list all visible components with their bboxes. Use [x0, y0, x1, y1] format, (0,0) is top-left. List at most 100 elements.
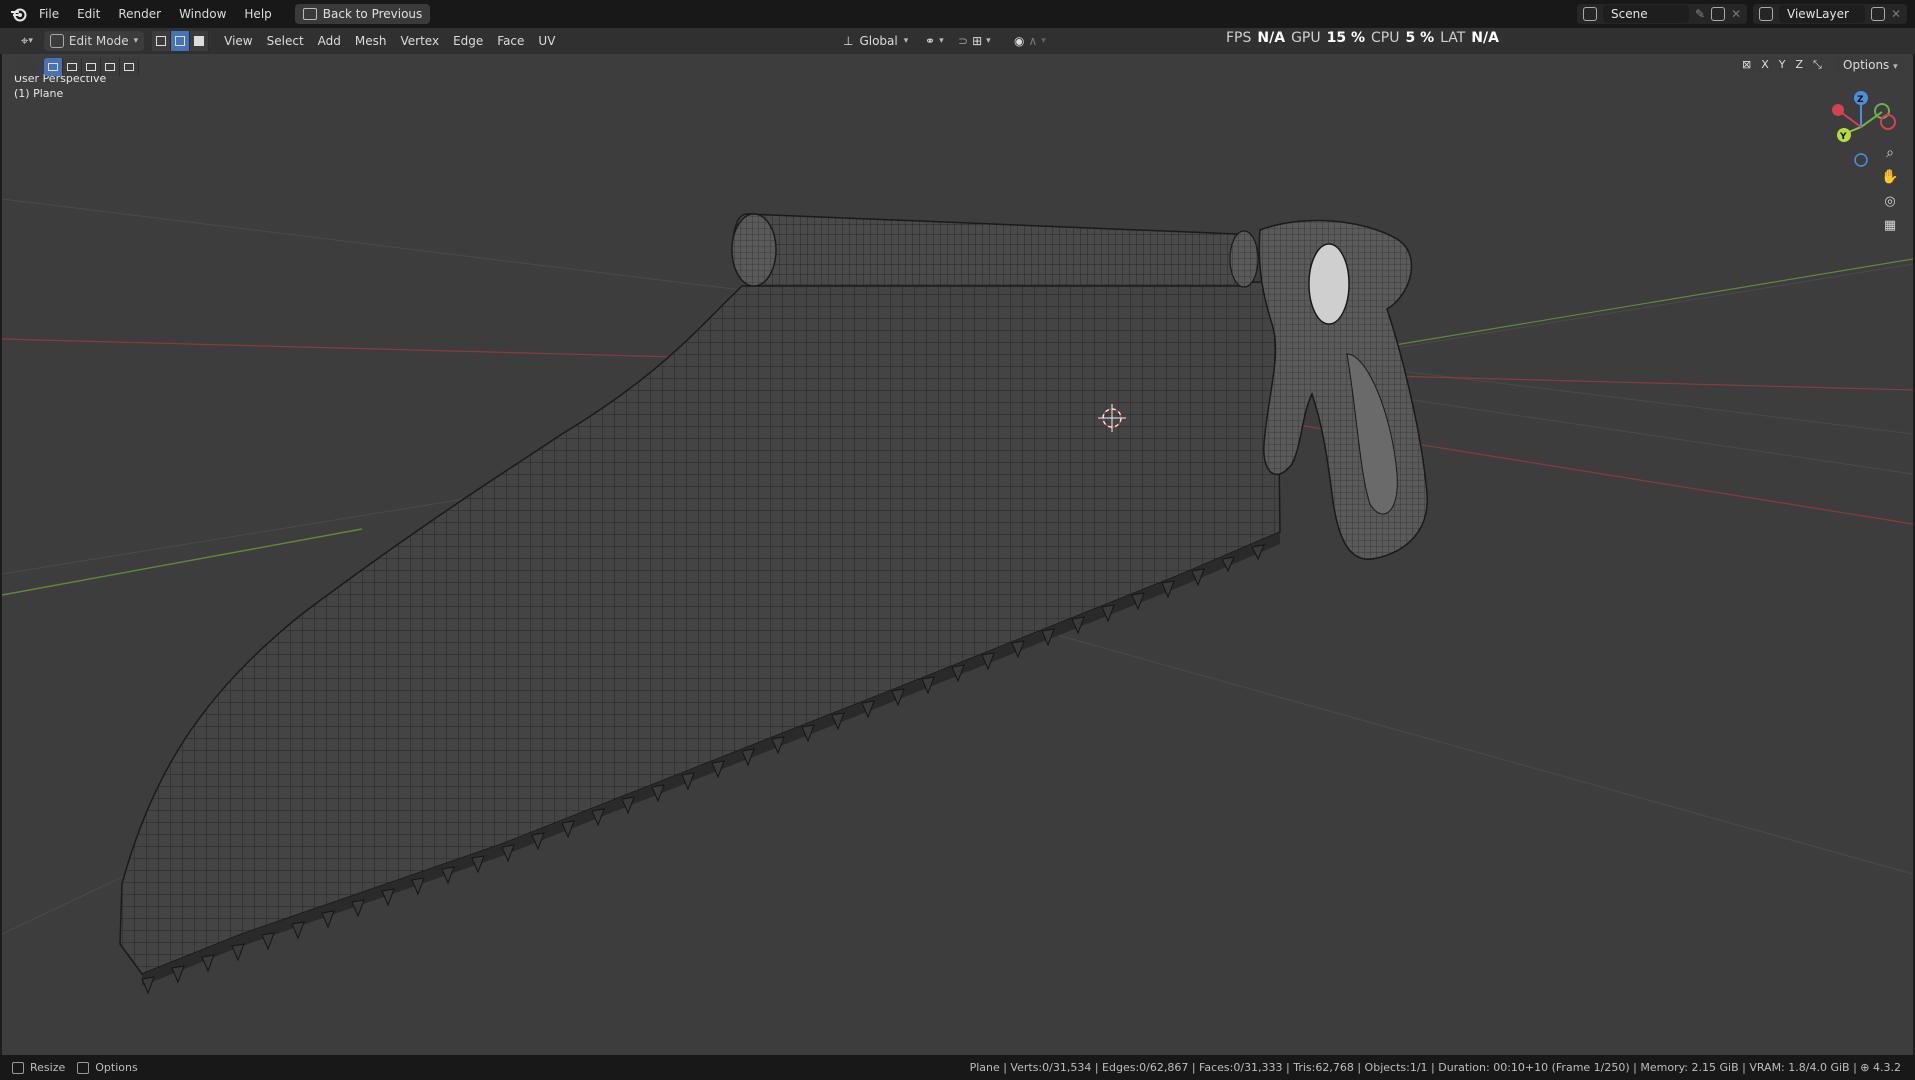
editor-type-button[interactable]: ⌖ ▾: [14, 30, 40, 52]
select-extend-button[interactable]: [63, 58, 82, 76]
edit-mode-icon: [49, 34, 64, 48]
menu-window[interactable]: Window: [170, 0, 235, 28]
menu-edit[interactable]: Edit: [68, 0, 109, 28]
mirror-y-toggle[interactable]: Y: [1774, 57, 1790, 73]
snap-toggle[interactable]: ⊃ ⊞ ▾: [951, 30, 998, 52]
cpu-label: CPU: [1371, 30, 1400, 46]
mouse-right-icon: [77, 1061, 90, 1074]
auto-merge-icon[interactable]: ⤡: [1809, 57, 1826, 73]
status-hint-resize: Resize: [30, 1061, 66, 1074]
3d-viewport[interactable]: Z Y User Perspective (1) Plane ⌕ ✋ ◎ ▦: [2, 54, 1913, 1055]
proportional-editing-icon: ◉: [1014, 34, 1025, 48]
select-intersect-icon: [124, 63, 134, 71]
scene-icon: [1583, 7, 1597, 21]
saw-spine-bar: [732, 213, 1258, 287]
menu-mesh[interactable]: Mesh: [348, 30, 394, 52]
menu-file[interactable]: File: [30, 0, 68, 28]
falloff-icon: ∧: [1028, 34, 1038, 48]
menu-edge[interactable]: Edge: [446, 30, 490, 52]
face-select-button[interactable]: [190, 31, 210, 51]
menu-help[interactable]: Help: [235, 0, 280, 28]
select-intersect-button[interactable]: [120, 58, 139, 76]
mode-dropdown[interactable]: Edit Mode ▾: [43, 31, 145, 51]
view-layer-icon: [1759, 7, 1773, 21]
select-invert-button[interactable]: [101, 58, 120, 76]
gpu-value: 15 %: [1326, 30, 1365, 46]
chevron-down-icon: ▾: [28, 36, 33, 46]
edge-select-icon: [175, 36, 186, 46]
chevron-down-icon: ▾: [1041, 36, 1046, 46]
menu-uv[interactable]: UV: [531, 30, 562, 52]
scene-statistics: Plane | Verts:0/31,534 | Edges:0/62,867 …: [970, 1061, 1901, 1074]
orientation-icon: ⊥: [843, 34, 854, 48]
scene-stats-text: Plane | Verts:0/31,534 | Edges:0/62,867 …: [969, 1061, 1861, 1074]
face-select-icon: [194, 36, 205, 46]
blender-version: 4.3.2: [1873, 1061, 1901, 1074]
editor-type-icon: ⌖: [21, 33, 29, 49]
back-to-previous-label: Back to Previous: [322, 7, 423, 21]
active-tool-button[interactable]: [14, 58, 36, 76]
remove-view-layer-icon[interactable]: ✕: [1891, 7, 1901, 21]
spine-collar: [1229, 230, 1259, 288]
handle-finger-hole: [1308, 243, 1350, 325]
selection-mode-set: [44, 58, 139, 76]
menu-add[interactable]: Add: [311, 30, 348, 52]
vertex-select-button[interactable]: [152, 31, 172, 51]
spine-end-cap: [731, 213, 777, 287]
proportional-editing-toggle[interactable]: ◉ ∧ ▾: [1007, 30, 1053, 52]
menu-vertex[interactable]: Vertex: [393, 30, 446, 52]
chevron-down-icon: ▾: [939, 36, 944, 46]
hand-icon: ✋: [1881, 169, 1899, 185]
toggle-projection-button[interactable]: ▦: [1879, 214, 1901, 236]
saw-blade-mesh: [119, 281, 1281, 975]
viewport-scene: Z Y: [2, 91, 1913, 995]
select-invert-icon: [105, 63, 115, 71]
chevron-down-icon: ▾: [133, 36, 139, 46]
vertex-select-icon: [156, 36, 167, 46]
view-layer-selector[interactable]: ViewLayer ✕: [1753, 4, 1908, 24]
scene-selector[interactable]: Scene ✎ ✕: [1577, 4, 1748, 24]
orientation-label: Global: [859, 34, 898, 48]
active-object-label: (1) Plane: [14, 87, 64, 100]
fps-label: FPS: [1226, 30, 1252, 46]
mirror-x-toggle[interactable]: X: [1757, 57, 1773, 73]
globe-icon: ⊕: [1860, 1061, 1870, 1074]
transform-orientation-dropdown[interactable]: ⊥ Global ▾: [836, 30, 915, 52]
y-axis-line: [2, 528, 363, 596]
status-bar: Resize Options Plane | Verts:0/31,534 | …: [0, 1055, 1915, 1080]
edge-select-button[interactable]: [171, 31, 191, 51]
performance-overlay: FPS N/A GPU 15 % CPU 5 % LAT N/A: [1226, 28, 1499, 48]
status-hints: Resize Options: [12, 1061, 138, 1074]
scene-name-field[interactable]: Scene: [1603, 5, 1689, 23]
camera-view-button[interactable]: ◎: [1879, 190, 1901, 212]
magnet-icon: ⊃: [958, 34, 969, 48]
pan-view-button[interactable]: ✋: [1879, 166, 1901, 188]
pin-icon[interactable]: ✎: [1695, 7, 1705, 21]
menu-view[interactable]: View: [217, 30, 259, 52]
zoom-view-button[interactable]: ⌕: [1879, 142, 1901, 164]
blender-window: File Edit Render Window Help Back to Pre…: [0, 0, 1915, 1080]
view-layer-name-field[interactable]: ViewLayer: [1779, 5, 1865, 23]
status-hint-options: Options: [95, 1061, 138, 1074]
select-new-icon: [48, 63, 58, 71]
select-subtract-button[interactable]: [82, 58, 101, 76]
mirror-z-toggle[interactable]: Z: [1791, 57, 1808, 73]
new-scene-icon[interactable]: [1711, 7, 1726, 21]
options-dropdown[interactable]: Options ▾: [1835, 56, 1906, 74]
new-view-layer-icon[interactable]: [1871, 7, 1885, 21]
grid-projection-icon: ▦: [1883, 217, 1897, 233]
pivot-icon: ⚭: [925, 34, 936, 48]
menu-select[interactable]: Select: [260, 30, 311, 52]
remove-scene-icon[interactable]: ✕: [1731, 7, 1741, 21]
pivot-point-dropdown[interactable]: ⚭ ▾: [918, 30, 951, 52]
mirror-options-icon[interactable]: ⊠: [1738, 57, 1756, 73]
select-extend-icon: [67, 63, 77, 71]
back-to-previous-button[interactable]: Back to Previous: [294, 4, 431, 24]
menu-render[interactable]: Render: [109, 0, 170, 28]
top-menu-bar: File Edit Render Window Help Back to Pre…: [0, 0, 1915, 28]
select-mode-group: [152, 31, 210, 51]
menu-face[interactable]: Face: [490, 30, 531, 52]
select-new-button[interactable]: [44, 58, 63, 76]
blender-logo-icon[interactable]: [8, 0, 30, 28]
lat-label: LAT: [1440, 30, 1466, 46]
